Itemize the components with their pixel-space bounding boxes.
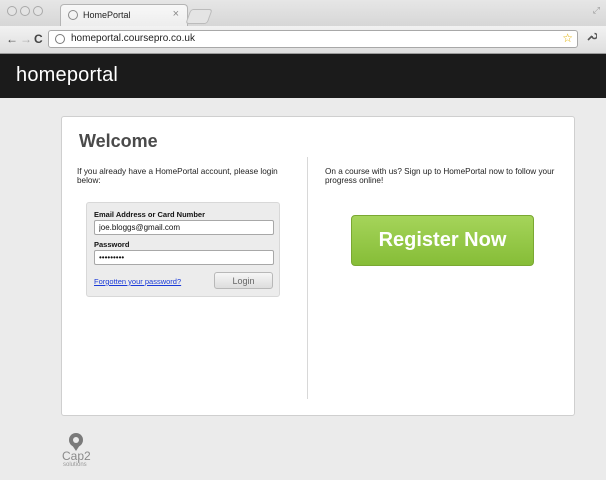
password-label: Password: [94, 240, 130, 249]
login-form: Email Address or Card Number Password Fo…: [86, 202, 280, 297]
site-header: homeportal: [0, 54, 606, 98]
page-title: Welcome: [79, 131, 158, 151]
login-intro-text: If you already have a HomePortal account…: [77, 167, 278, 185]
browser-toolbar: ← → C homeportal.coursepro.co.uk ☆: [0, 26, 606, 54]
email-field[interactable]: [94, 220, 274, 235]
bookmark-star-icon[interactable]: ☆: [562, 31, 573, 45]
cap2-logo-subtitle: solutions: [63, 462, 87, 468]
email-label: Email Address or Card Number: [94, 210, 206, 219]
cap2-logo-mark: [69, 433, 83, 451]
url-text: homeportal.coursepro.co.uk: [71, 33, 195, 44]
wrench-icon[interactable]: [586, 31, 598, 45]
minimize-window-button[interactable]: [20, 6, 30, 16]
fullscreen-icon[interactable]: ⤢: [593, 5, 600, 16]
column-divider: [307, 157, 308, 399]
zoom-window-button[interactable]: [33, 6, 43, 16]
cap2-logo: Cap2 solutions: [62, 431, 102, 479]
password-field[interactable]: [94, 250, 274, 265]
cap2-logo-name: Cap2: [62, 449, 91, 463]
address-bar[interactable]: homeportal.coursepro.co.uk ☆: [48, 30, 578, 48]
forgot-password-link[interactable]: Forgotten your password?: [94, 277, 181, 286]
new-tab-button[interactable]: [185, 9, 213, 24]
site-logo[interactable]: homeportal: [16, 64, 118, 87]
globe-icon: [55, 34, 65, 44]
close-window-button[interactable]: [7, 6, 17, 16]
welcome-panel: Welcome If you already have a HomePortal…: [61, 116, 575, 416]
back-arrow-icon[interactable]: ←: [6, 32, 18, 46]
forward-arrow-icon[interactable]: →: [20, 32, 32, 46]
globe-icon: [68, 10, 78, 20]
close-tab-icon[interactable]: ×: [173, 8, 179, 20]
browser-window: HomePortal × ⤢ ← → C homeportal.coursepr…: [0, 0, 606, 480]
register-intro-text: On a course with us? Sign up to HomePort…: [325, 167, 555, 185]
wrench-icon-graphic: [587, 32, 598, 41]
register-now-button[interactable]: Register Now: [351, 215, 534, 266]
tab-title: HomePortal: [83, 10, 131, 20]
page-content: Welcome If you already have a HomePortal…: [0, 98, 606, 480]
login-button[interactable]: Login: [214, 272, 273, 289]
browser-tab[interactable]: HomePortal ×: [60, 4, 188, 26]
reload-icon[interactable]: C: [34, 32, 43, 46]
